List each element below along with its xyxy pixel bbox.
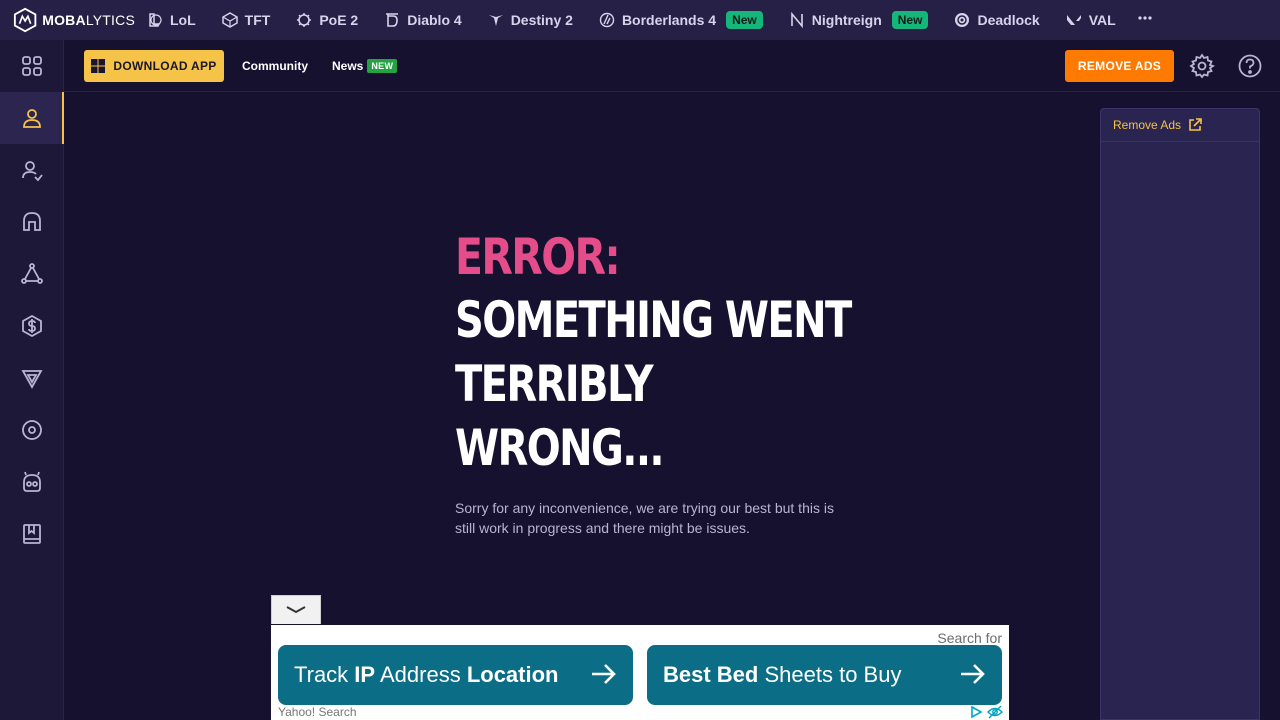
game-label: Borderlands 4 <box>621 12 717 28</box>
sidebar-item-guides[interactable] <box>0 508 64 560</box>
community-link[interactable]: Community <box>242 59 308 73</box>
game-label: LoL <box>170 12 196 28</box>
search-for-label: Search for <box>937 630 1002 646</box>
ad-card-ip-location[interactable]: Track IP Address Location <box>278 645 633 705</box>
borderlands4-icon <box>599 12 615 28</box>
external-link-icon <box>1189 118 1202 131</box>
game-label: Deadlock <box>977 12 1040 28</box>
news-link[interactable]: News NEW <box>332 58 398 73</box>
ad-choices[interactable] <box>969 705 1003 719</box>
tft-icon <box>221 12 238 28</box>
help-icon[interactable] <box>1237 53 1263 79</box>
sidebar-item-players[interactable] <box>0 144 64 196</box>
chevron-down-icon <box>286 606 306 614</box>
new-badge: New <box>891 11 929 29</box>
hide-eye-icon <box>987 705 1003 719</box>
news-label: News <box>332 58 364 73</box>
error-label: ERROR: <box>455 228 621 286</box>
triangle-badge-icon <box>21 370 43 389</box>
ad-provider-label: Yahoo! Search <box>278 705 357 719</box>
site-header: DOWNLOAD APP Community News NEW REMOVE A… <box>64 40 1280 92</box>
game-link-diablo4[interactable]: Diablo 4 <box>384 0 462 40</box>
game-label: PoE 2 <box>319 12 359 28</box>
nodes-icon <box>21 263 43 284</box>
game-link-valorant[interactable]: VAL <box>1066 0 1116 40</box>
arrow-right-icon <box>592 664 616 684</box>
valorant-icon <box>1066 15 1081 25</box>
sidebar-item-champions[interactable] <box>0 196 64 248</box>
collapse-ad-button[interactable] <box>271 595 321 624</box>
sidebar-item-arena[interactable] <box>0 456 64 508</box>
game-nav-bar: MOBALYTICS LoL TFT PoE 2 Diablo 4 Destin… <box>0 0 1280 40</box>
game-label: Diablo 4 <box>407 12 462 28</box>
poe2-icon <box>297 13 312 27</box>
sidebar-item-apps[interactable] <box>0 40 64 92</box>
new-badge: New <box>726 11 763 29</box>
game-link-destiny2[interactable]: Destiny 2 <box>488 0 573 40</box>
game-link-lol[interactable]: LoL <box>147 0 196 40</box>
book-icon <box>23 524 41 544</box>
lol-icon <box>149 13 162 27</box>
sidebar-item-profile[interactable] <box>0 92 64 144</box>
side-ad-panel: Remove Ads <box>1100 108 1260 720</box>
remove-ads-link[interactable]: Remove Ads <box>1101 109 1259 142</box>
ad-card-text: Best Bed Sheets to Buy <box>663 662 902 687</box>
mobalytics-logo-icon <box>13 7 37 33</box>
ad-card-bed-sheets[interactable]: Best Bed Sheets to Buy <box>647 645 1002 705</box>
game-label: Destiny 2 <box>510 12 573 28</box>
helmet-icon <box>23 212 41 231</box>
sidebar-item-builds[interactable] <box>0 248 64 300</box>
error-message: ERROR: SOMETHING WENT TERRIBLY WRONG... … <box>455 226 875 538</box>
grid-icon <box>22 56 42 76</box>
user-icon <box>23 109 41 128</box>
error-title-line2: TERRIBLY WRONG... <box>455 355 665 477</box>
sidebar-item-overlay[interactable] <box>0 404 64 456</box>
game-link-borderlands4[interactable]: Borderlands 4 New <box>599 0 763 40</box>
game-label: TFT <box>244 12 271 28</box>
remove-ads-link-label: Remove Ads <box>1113 118 1182 132</box>
settings-gear-icon[interactable] <box>1189 53 1215 79</box>
news-new-badge: NEW <box>367 58 398 73</box>
game-link-deadlock[interactable]: Deadlock <box>954 0 1040 40</box>
robot-icon <box>23 471 41 492</box>
target-icon <box>22 420 42 440</box>
diablo4-icon <box>386 13 399 27</box>
destiny2-icon <box>488 15 503 26</box>
users-icon <box>22 161 43 182</box>
windows-icon <box>91 58 106 73</box>
download-app-label: DOWNLOAD APP <box>113 58 217 73</box>
ad-card-text: Track IP Address Location <box>294 662 559 687</box>
arrow-right-icon <box>961 664 985 684</box>
deadlock-icon <box>955 13 970 27</box>
game-link-poe2[interactable]: PoE 2 <box>296 0 358 40</box>
game-label: Nightreign <box>811 12 882 28</box>
logo-text: MOBALYTICS <box>42 12 135 28</box>
sidebar-item-tft[interactable] <box>0 352 64 404</box>
nightreign-icon <box>790 12 803 28</box>
sidebar-item-tier-list[interactable] <box>0 300 64 352</box>
game-link-nightreign[interactable]: Nightreign New <box>789 0 929 40</box>
game-label: VAL <box>1088 12 1116 28</box>
error-description: Sorry for any inconvenience, we are tryi… <box>455 500 834 536</box>
error-title-line1: SOMETHING WENT <box>455 291 852 349</box>
game-link-tft[interactable]: TFT <box>221 0 271 40</box>
remove-ads-button[interactable]: REMOVE ADS <box>1065 50 1174 82</box>
bottom-banner-ad: Search for Track IP Address Location Bes… <box>271 625 1009 720</box>
adchoices-icon <box>971 705 983 719</box>
currency-shield-icon <box>22 314 42 338</box>
download-app-button[interactable]: DOWNLOAD APP <box>84 49 224 82</box>
more-games-button[interactable] <box>1137 10 1153 31</box>
mobalytics-logo[interactable]: MOBALYTICS <box>13 0 135 40</box>
more-dots-icon <box>1138 15 1152 20</box>
left-sidebar <box>0 40 64 720</box>
